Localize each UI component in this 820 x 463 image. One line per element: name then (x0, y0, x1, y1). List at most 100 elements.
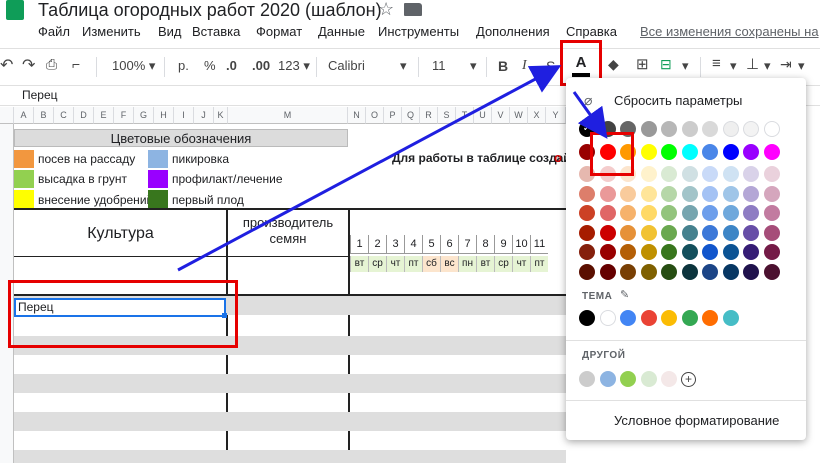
table-row[interactable] (14, 431, 566, 450)
color-swatch[interactable] (763, 144, 780, 160)
column-header[interactable]: N (348, 107, 366, 124)
currency-button[interactable]: р. (178, 58, 189, 73)
menu-addons[interactable]: Дополнения (476, 24, 550, 39)
color-swatch[interactable] (702, 263, 718, 280)
column-header[interactable]: D (74, 107, 94, 124)
color-swatch[interactable] (681, 166, 698, 182)
theme-color-swatch[interactable] (579, 310, 595, 326)
color-swatch[interactable] (681, 144, 698, 160)
fill-color-icon[interactable]: ◆ (608, 56, 619, 73)
color-swatch[interactable] (661, 224, 677, 241)
theme-color-swatch[interactable] (661, 310, 677, 326)
zoom-select[interactable]: 100% ▾ (112, 58, 155, 74)
table-row[interactable] (14, 412, 566, 431)
font-size-arrow-icon[interactable]: ▾ (470, 58, 477, 74)
color-swatch[interactable] (702, 121, 718, 137)
custom-color-swatch[interactable] (640, 371, 657, 387)
select-all-corner[interactable] (0, 107, 14, 124)
color-swatch[interactable] (640, 205, 657, 221)
menu-view[interactable]: Вид (158, 24, 182, 39)
menu-insert[interactable]: Вставка (192, 24, 240, 39)
color-swatch[interactable] (743, 263, 759, 280)
color-swatch[interactable] (620, 205, 636, 221)
column-header[interactable]: O (366, 107, 384, 124)
menu-file[interactable]: Файл (38, 24, 70, 39)
paint-format-icon[interactable]: ⌐ (72, 56, 80, 72)
column-header[interactable]: J (194, 107, 214, 124)
color-swatch[interactable] (763, 205, 780, 221)
color-swatch[interactable] (763, 121, 780, 137)
color-swatch[interactable] (763, 263, 780, 280)
color-swatch[interactable] (722, 121, 739, 137)
color-swatch[interactable] (579, 205, 595, 221)
font-dropdown-arrow-icon[interactable]: ▾ (400, 58, 407, 74)
color-swatch[interactable] (681, 263, 698, 280)
menu-edit[interactable]: Изменить (82, 24, 141, 39)
bold-button[interactable]: B (498, 58, 508, 74)
custom-color-swatch[interactable] (579, 371, 595, 387)
color-swatch[interactable] (599, 224, 616, 241)
column-header[interactable]: U (474, 107, 492, 124)
column-header[interactable]: G (134, 107, 154, 124)
color-swatch[interactable] (763, 244, 780, 260)
color-swatch[interactable] (640, 244, 657, 260)
conditional-formatting-option[interactable]: Условное форматирование (614, 413, 779, 428)
menu-help[interactable]: Справка (566, 24, 617, 39)
custom-color-swatch[interactable] (599, 371, 616, 387)
column-header[interactable]: K (214, 107, 228, 124)
column-header[interactable]: H (154, 107, 174, 124)
column-header[interactable]: Y (546, 107, 566, 124)
color-swatch[interactable] (599, 244, 616, 260)
color-swatch[interactable] (743, 166, 759, 182)
color-swatch[interactable] (661, 121, 677, 137)
color-swatch[interactable] (702, 224, 718, 241)
color-swatch[interactable] (681, 244, 698, 260)
align-dropdown-arrow-icon[interactable]: ▾ (730, 58, 737, 74)
color-swatch[interactable] (763, 224, 780, 241)
column-header[interactable]: V (492, 107, 510, 124)
column-header[interactable]: A (14, 107, 34, 124)
color-swatch[interactable] (661, 205, 677, 221)
document-title[interactable]: Таблица огородных работ 2020 (шаблон) (38, 0, 382, 21)
theme-color-swatch[interactable] (702, 310, 718, 326)
color-swatch[interactable] (722, 166, 739, 182)
color-swatch[interactable] (620, 244, 636, 260)
merge-dropdown-arrow-icon[interactable]: ▾ (682, 58, 689, 74)
color-swatch[interactable] (743, 144, 759, 160)
table-row[interactable] (14, 374, 566, 393)
table-row[interactable] (14, 450, 566, 463)
color-swatch[interactable] (743, 121, 759, 137)
color-swatch[interactable] (722, 224, 739, 241)
color-swatch[interactable] (702, 144, 718, 160)
color-swatch[interactable] (620, 185, 636, 202)
percent-button[interactable]: % (204, 58, 216, 73)
reset-colors-option[interactable]: ⌀ Сбросить параметры (566, 90, 806, 112)
column-header[interactable]: B (34, 107, 54, 124)
color-swatch[interactable] (681, 121, 698, 137)
color-swatch[interactable] (579, 224, 595, 241)
folder-icon[interactable] (404, 3, 422, 16)
color-swatch[interactable] (743, 205, 759, 221)
column-header[interactable]: F (114, 107, 134, 124)
save-status-link[interactable]: Все изменения сохранены на (640, 24, 819, 39)
add-custom-color-icon[interactable]: + (681, 372, 696, 387)
color-swatch[interactable] (743, 244, 759, 260)
color-swatch[interactable] (661, 185, 677, 202)
color-swatch[interactable] (681, 205, 698, 221)
color-swatch[interactable] (722, 263, 739, 280)
color-swatch[interactable] (661, 244, 677, 260)
wrap-dropdown-arrow-icon[interactable]: ▾ (798, 58, 805, 74)
column-header[interactable]: X (528, 107, 546, 124)
menu-data[interactable]: Данные (318, 24, 365, 39)
color-swatch[interactable] (640, 144, 657, 160)
color-swatch[interactable] (640, 121, 657, 137)
color-swatch[interactable] (599, 263, 616, 280)
font-size-select[interactable]: 11 (432, 58, 446, 73)
merge-cells-icon[interactable]: ⊟ (660, 56, 672, 73)
column-header[interactable]: S (438, 107, 456, 124)
theme-color-swatch[interactable] (620, 310, 636, 326)
increase-decimal-button[interactable]: .00 (252, 58, 270, 73)
menu-tools[interactable]: Инструменты (378, 24, 459, 39)
color-swatch[interactable] (722, 205, 739, 221)
color-swatch[interactable] (702, 205, 718, 221)
